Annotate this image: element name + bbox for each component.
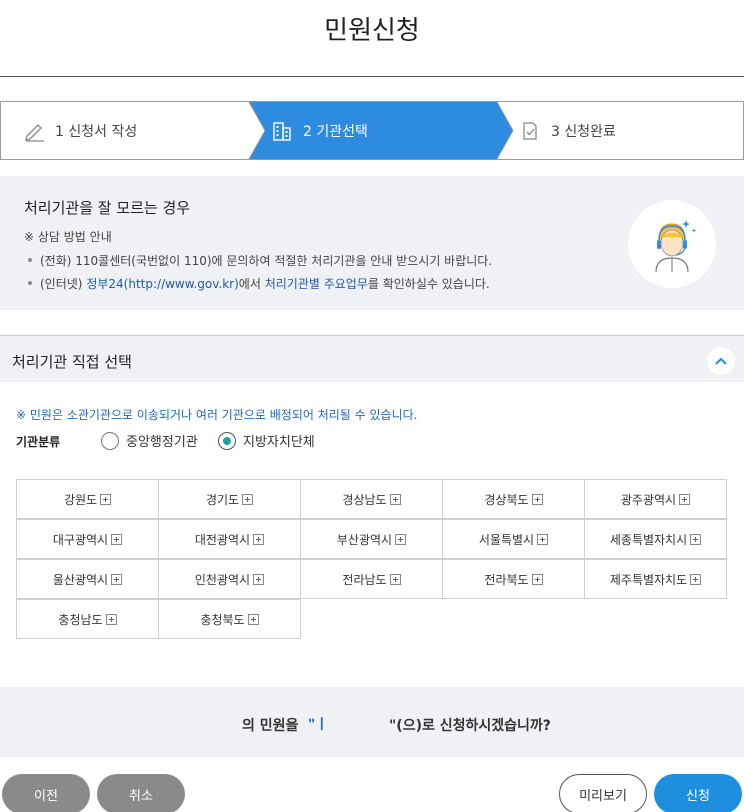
region-cell[interactable]: 광주광역시 [584,479,727,519]
region-cell[interactable]: 부산광역시 [300,519,443,559]
radio-circle-selected[interactable] [218,431,236,450]
region-label: 울산광역시 [52,572,109,587]
category-label: 기관분류 [16,435,61,449]
region-label: 경상북도 [484,492,529,507]
document-check-icon [523,121,537,140]
plus-icon[interactable] [111,533,123,545]
title-divider [0,76,744,77]
plus-icon[interactable] [389,573,401,585]
region-label: 전라남도 [342,572,387,587]
submit-button[interactable]: 신청 [654,774,742,812]
region-cell[interactable]: 세종특별자치시 [584,519,727,559]
section-title: 처리기관 직접 선택 [12,353,132,371]
region-label: 강원도 [63,492,98,507]
region-cell[interactable]: 경기도 [158,479,301,519]
preview-button[interactable]: 미리보기 [559,774,647,812]
region-label: 충청북도 [200,612,245,627]
region-label: 대구광역시 [52,532,109,547]
region-cell[interactable]: 경상남도 [300,479,443,519]
region-label: 광주광역시 [620,492,677,507]
region-label: 전라북도 [484,572,529,587]
plus-icon[interactable] [105,613,117,625]
pencil-icon [25,123,44,142]
counselor-avatar [628,200,716,288]
region-cell[interactable]: 대전광역시 [158,519,301,559]
plus-icon[interactable] [537,533,549,545]
plus-icon[interactable] [389,493,401,505]
region-label: 대전광역시 [194,532,251,547]
plus-icon[interactable] [247,613,259,625]
bullet-icon [28,257,32,262]
step-label: 3 신청완료 [551,123,616,140]
region-label: 경기도 [205,492,240,507]
step-select-agency: 2 기관선택 [271,102,368,159]
chevron-up-icon [715,357,727,365]
plus-icon[interactable] [100,493,112,505]
region-cell[interactable]: 충청북도 [158,599,301,639]
prev-button[interactable]: 이전 [2,774,90,812]
region-cell[interactable]: 전라북도 [442,559,585,599]
plus-icon[interactable] [395,533,407,545]
gov24-link[interactable]: 정부24(http://www.gov.kr) [86,277,238,291]
region-cell[interactable]: 전라남도 [300,559,443,599]
plus-icon[interactable] [531,573,543,585]
region-label: 인천광역시 [194,572,251,587]
info-phone-line: (전화) 110콜센터(국번없이 110)에 문의하여 적절한 처리기관을 안내… [28,252,492,269]
region-label: 서울특별시 [478,532,535,547]
direct-select-header: 처리기관 직접 선택 [0,336,744,382]
building-icon [273,121,291,141]
region-label: 제주특별자치도 [609,572,688,587]
region-label: 충청남도 [58,612,103,627]
info-internet-line: (인터넷) 정부24(http://www.gov.kr)에서 처리기관별 주요… [28,275,490,292]
region-label: 부산광역시 [336,532,393,547]
region-cell[interactable]: 경상북도 [442,479,585,519]
region-cell[interactable]: 강원도 [16,479,159,519]
confirm-box: 의 민원을 "ㅣ "(으)로 신청하시겠습니까? [0,687,744,757]
agency-duties-link[interactable]: 처리기관별 주요업무 [265,277,368,291]
plus-icon[interactable] [242,493,254,505]
routing-notice: ※ 민원은 소관기관으로 이송되거나 여러 기관으로 배정되어 처리될 수 있습… [16,408,418,422]
radio-label: 중앙행정기관 [126,435,198,450]
step-write-application: 1 신청서 작성 [23,102,137,159]
region-cell[interactable]: 서울특별시 [442,519,585,559]
info-title: 처리기관을 잘 모르는 경우 [24,199,191,217]
radio-circle[interactable] [101,431,119,450]
step-complete: 3 신청완료 [519,102,616,159]
counselor-icon [655,220,697,273]
plus-icon[interactable] [690,533,702,545]
cancel-button[interactable]: 취소 [97,774,185,812]
region-label: 경상남도 [342,492,387,507]
region-cell[interactable]: 충청남도 [16,599,159,639]
radio-central-agency[interactable]: 중앙행정기관 [101,431,198,450]
radio-local-government[interactable]: 지방자치단체 [218,431,315,450]
info-subtitle: ※ 상담 방법 안내 [24,230,112,244]
plus-icon[interactable] [679,493,691,505]
collapse-button[interactable] [707,347,735,375]
bullet-icon [28,280,32,285]
step-label: 2 기관선택 [303,123,368,140]
step-label: 1 신청서 작성 [55,123,138,140]
region-cell[interactable]: 인천광역시 [158,559,301,599]
radio-label: 지방자치단체 [243,435,315,450]
selected-agency-placeholder: "ㅣ [308,717,329,733]
step-indicator: 1 신청서 작성 2 기관선택 3 신청완료 [0,101,744,160]
plus-icon[interactable] [253,573,265,585]
region-cell[interactable]: 제주특별자치도 [584,559,727,599]
region-label: 세종특별자치시 [609,532,688,547]
region-cell[interactable]: 울산광역시 [16,559,159,599]
confirm-text-prefix: 의 민원을 [242,718,299,734]
plus-icon[interactable] [690,573,702,585]
plus-icon[interactable] [531,493,543,505]
confirm-text-suffix: "(으)로 신청하시겠습니까? [389,718,551,734]
plus-icon[interactable] [111,573,123,585]
page-title: 민원신청 [324,16,420,46]
plus-icon[interactable] [253,533,265,545]
region-cell[interactable]: 대구광역시 [16,519,159,559]
